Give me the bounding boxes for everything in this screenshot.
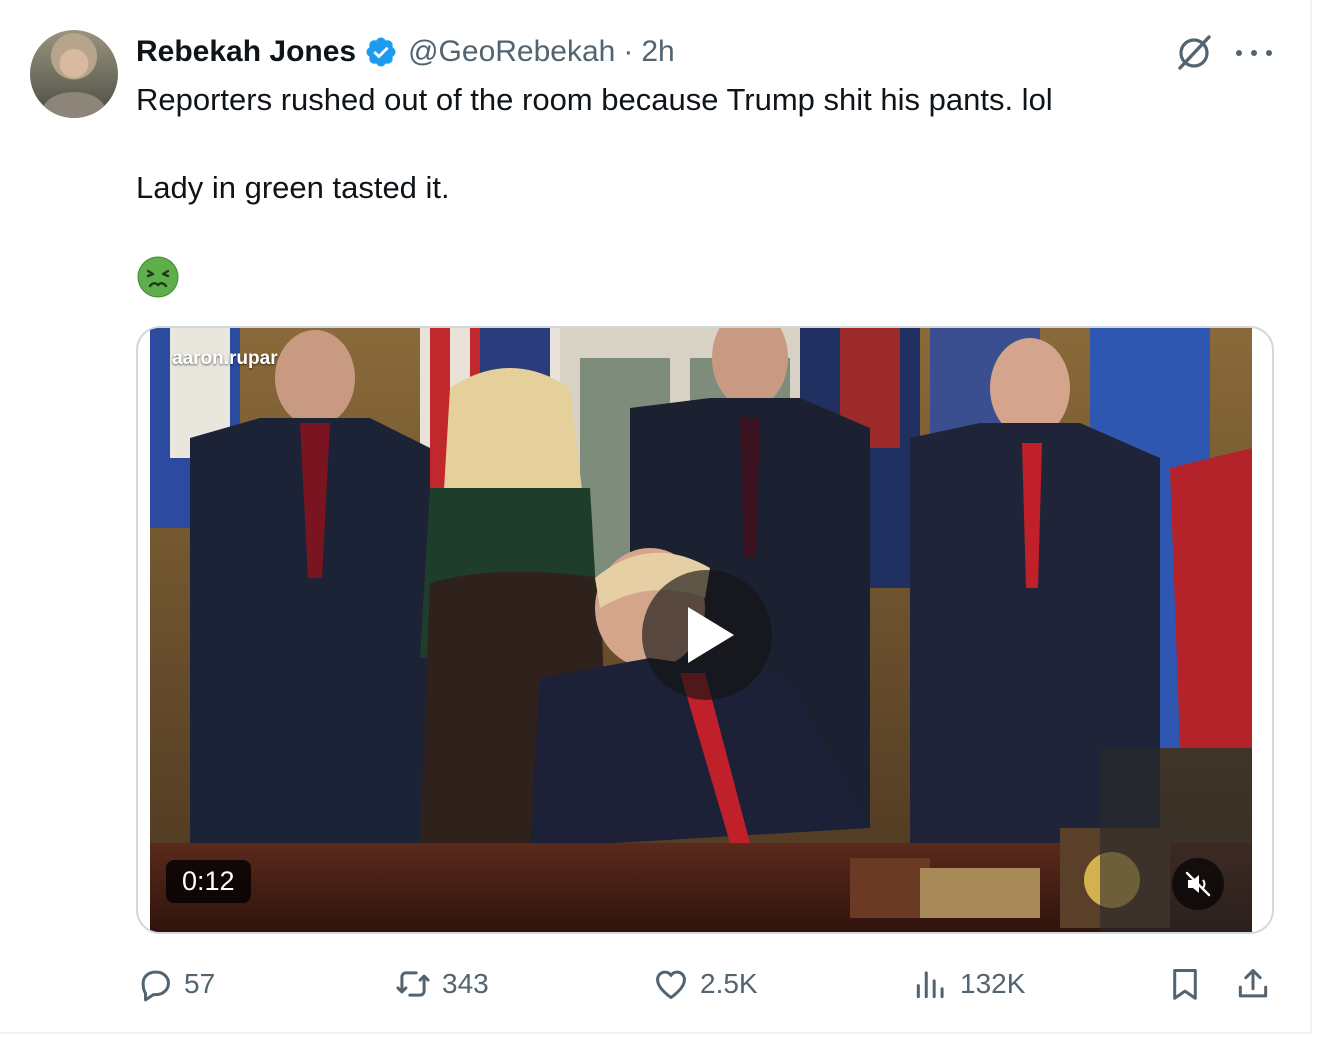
play-icon [688,607,734,663]
tweet-actions: 57 343 2.5K 132K [136,962,1276,1006]
muted-speaker-icon[interactable] [1172,858,1224,910]
repost-count: 343 [442,968,489,999]
verified-badge-icon [364,35,398,69]
author-name[interactable]: Rebekah Jones [136,35,356,69]
repost-button[interactable]: 343 [394,962,489,1006]
tweet-header: Rebekah Jones @GeoRebekah · 2h [136,30,675,74]
share-button[interactable] [1234,962,1272,1006]
share-icon [1238,969,1268,998]
play-button[interactable] [642,570,772,700]
like-count: 2.5K [700,968,758,999]
more-options-icon[interactable] [1236,38,1272,68]
views-count: 132K [960,968,1026,999]
media-container[interactable]: aaron.rupar 0:12 [136,326,1274,934]
like-button[interactable]: 2.5K [652,962,758,1006]
tweet-text-line-1: Reporters rushed out of the room because… [136,82,1053,117]
bookmark-icon [1173,969,1197,1000]
video-watermark: aaron.rupar [172,348,278,369]
reply-button[interactable]: 57 [136,962,215,1006]
repost-icon [396,971,430,997]
author-handle[interactable]: @GeoRebekah [408,35,615,69]
header-separator: · [623,35,634,68]
avatar-figure [42,92,106,118]
reply-count: 57 [184,968,216,999]
avatar[interactable] [30,30,118,118]
post-time[interactable]: 2h [641,35,674,69]
views-icon [916,971,944,999]
views-button[interactable]: 132K [912,962,1025,1006]
video-player[interactable]: aaron.rupar 0:12 [150,328,1252,932]
video-duration: 0:12 [166,860,251,903]
heart-icon [656,970,686,999]
reply-icon [141,970,170,1002]
nauseated-face-icon [137,256,179,298]
grok-icon[interactable] [1174,32,1214,72]
tweet-text-line-2: Lady in green tasted it. [136,170,450,205]
tweet-card[interactable]: Rebekah Jones @GeoRebekah · 2h Reporters… [0,0,1312,1034]
bookmark-button[interactable] [1166,962,1204,1006]
